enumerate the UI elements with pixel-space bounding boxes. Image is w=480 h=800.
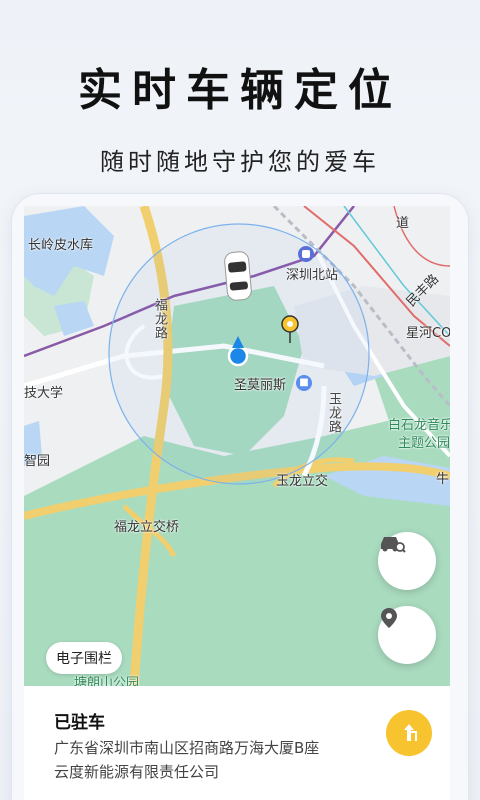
subheadline: 随时随地守护您的爱车 — [100, 148, 380, 176]
poi-icon: ■ — [296, 375, 312, 391]
parking-status: 已驻车 — [54, 713, 105, 733]
locate-button[interactable] — [378, 606, 436, 664]
map-label-park-bottom: 塘朗山公园 — [74, 676, 140, 686]
map-label-baishilong: 白石龙音乐 — [388, 418, 450, 433]
map-view[interactable]: 长岭皮水库 深圳北站 福龙路 圣莫丽斯 ■ 玉龙路 民丰路 星河CO 白石龙音乐… — [24, 206, 450, 686]
map-label-shengmolisi: 圣莫丽斯 — [234, 378, 287, 393]
car-search-icon — [381, 537, 406, 553]
parking-info-card: 已驻车 广东省深圳市南山区招商路万海大厦B座 云度新能源有限责任公司 — [24, 686, 450, 800]
map-label-changlingpi: 长岭皮水库 — [28, 238, 94, 253]
car-search-button[interactable] — [378, 532, 436, 590]
map-label-fulong-bridge: 福龙立交桥 — [114, 520, 180, 535]
map-label-road-niu: 牛 — [436, 472, 450, 487]
navigate-button[interactable] — [386, 710, 432, 756]
map-label-university: 技大学 — [24, 386, 64, 401]
parking-address: 广东省深圳市南山区招商路万海大厦B座 云度新能源有限责任公司 — [54, 736, 319, 784]
map-label-theme-park: 主题公园 — [398, 436, 450, 451]
address-line-2: 云度新能源有限责任公司 — [54, 763, 220, 781]
headline: 实时车辆定位 — [78, 65, 402, 116]
map-label-road-dao: 道 — [396, 216, 410, 231]
map-label-shenzhen-north: 深圳北站 — [286, 268, 339, 283]
navigate-icon — [404, 724, 417, 741]
map-label-fulong-road: 福龙路 — [152, 298, 167, 340]
map-pin-icon — [381, 608, 397, 628]
phone-frame: 长岭皮水库 深圳北站 福龙路 圣莫丽斯 ■ 玉龙路 民丰路 星河CO 白石龙音乐… — [12, 194, 468, 800]
address-line-1: 广东省深圳市南山区招商路万海大厦B座 — [54, 739, 320, 757]
map-label-yulong-bridge: 玉龙立交 — [276, 474, 329, 489]
map-label-xinghe: 星河CO — [406, 326, 450, 341]
map-label-zhiyuan: 智园 — [24, 454, 51, 469]
map-label-yulong-road: 玉龙路 — [326, 392, 341, 434]
electronic-fence-button[interactable]: 电子围栏 — [46, 642, 122, 674]
